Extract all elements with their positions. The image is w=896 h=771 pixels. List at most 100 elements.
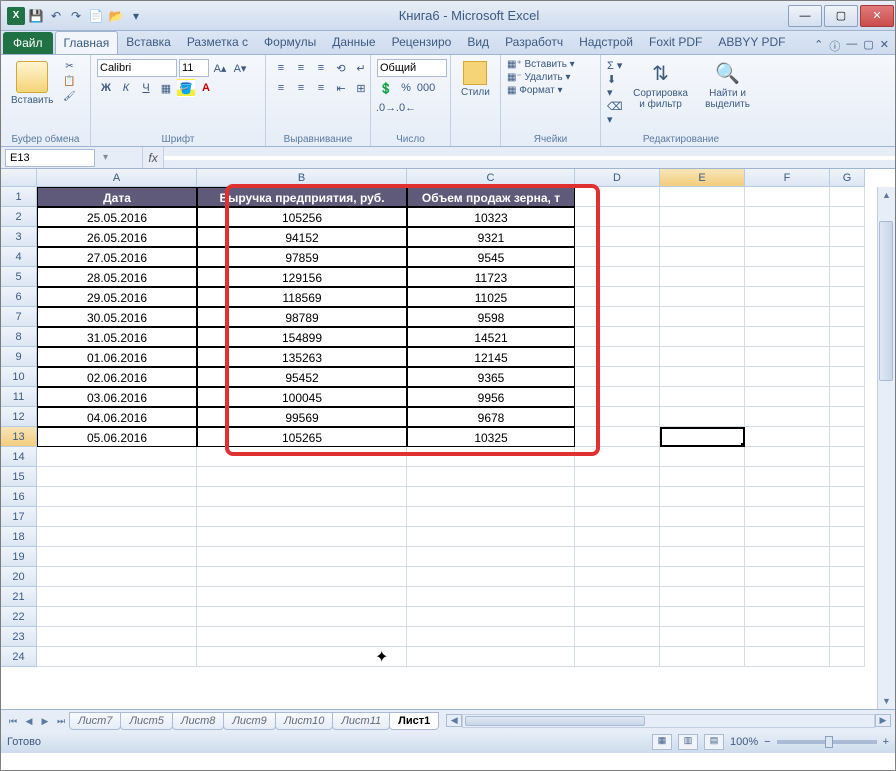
name-box[interactable] bbox=[5, 149, 95, 167]
cell[interactable]: 05.06.2016 bbox=[37, 427, 197, 447]
cell[interactable] bbox=[660, 567, 745, 587]
font-size-select[interactable] bbox=[179, 59, 209, 77]
row-header[interactable]: 10 bbox=[1, 367, 37, 387]
row-header[interactable]: 18 bbox=[1, 527, 37, 547]
clear-icon[interactable]: ⌫ ▾ bbox=[607, 100, 623, 126]
cell[interactable] bbox=[575, 547, 660, 567]
align-bottom-icon[interactable]: ≡ bbox=[312, 59, 330, 77]
cell[interactable] bbox=[745, 467, 830, 487]
paste-button[interactable]: Вставить bbox=[7, 59, 57, 108]
cell[interactable] bbox=[575, 607, 660, 627]
sheet-next-icon[interactable]: ▶ bbox=[37, 713, 53, 729]
comma-icon[interactable]: 000 bbox=[417, 79, 435, 97]
cell[interactable] bbox=[575, 467, 660, 487]
cell[interactable] bbox=[575, 207, 660, 227]
cell[interactable] bbox=[660, 547, 745, 567]
cell[interactable] bbox=[745, 407, 830, 427]
row-header[interactable]: 22 bbox=[1, 607, 37, 627]
cell[interactable] bbox=[197, 547, 407, 567]
cell[interactable] bbox=[575, 647, 660, 667]
cell[interactable]: 02.06.2016 bbox=[37, 367, 197, 387]
styles-button[interactable]: Стили bbox=[457, 59, 494, 100]
cell[interactable]: 100045 bbox=[197, 387, 407, 407]
fill-color-button[interactable]: 🪣 bbox=[177, 79, 195, 97]
row-header[interactable]: 14 bbox=[1, 447, 37, 467]
sheet-tab[interactable]: Лист10 bbox=[275, 712, 334, 730]
cell[interactable] bbox=[37, 447, 197, 467]
cell[interactable] bbox=[830, 587, 865, 607]
cell[interactable] bbox=[830, 187, 865, 207]
cell[interactable] bbox=[37, 547, 197, 567]
cell[interactable]: 9321 bbox=[407, 227, 575, 247]
cell[interactable] bbox=[745, 267, 830, 287]
cell[interactable] bbox=[197, 607, 407, 627]
cell[interactable] bbox=[660, 587, 745, 607]
cell[interactable] bbox=[660, 467, 745, 487]
cell[interactable]: 118569 bbox=[197, 287, 407, 307]
cell[interactable]: 94152 bbox=[197, 227, 407, 247]
ribbon-tab[interactable]: Foxit PDF bbox=[641, 31, 710, 54]
row-header[interactable]: 23 bbox=[1, 627, 37, 647]
cell[interactable] bbox=[197, 447, 407, 467]
cell[interactable] bbox=[575, 587, 660, 607]
cut-icon[interactable]: ✂ bbox=[61, 59, 77, 73]
ribbon-tab[interactable]: Рецензиро bbox=[384, 31, 460, 54]
cell[interactable] bbox=[197, 507, 407, 527]
fill-icon[interactable]: ⬇ ▾ bbox=[607, 73, 623, 99]
cell[interactable] bbox=[37, 647, 197, 667]
ribbon-tab[interactable]: Надстрой bbox=[571, 31, 641, 54]
text-color-button[interactable]: A bbox=[197, 79, 215, 97]
cell[interactable]: 11723 bbox=[407, 267, 575, 287]
qat-dropdown-icon[interactable]: ▾ bbox=[127, 7, 145, 25]
cell[interactable]: 9598 bbox=[407, 307, 575, 327]
ribbon-tab[interactable]: Разметка с bbox=[179, 31, 256, 54]
ribbon-tab[interactable]: ABBYY PDF bbox=[710, 31, 793, 54]
cell[interactable]: 12145 bbox=[407, 347, 575, 367]
new-icon[interactable]: 📄 bbox=[87, 7, 105, 25]
row-header[interactable]: 1 bbox=[1, 187, 37, 207]
column-header[interactable]: G bbox=[830, 169, 865, 187]
align-middle-icon[interactable]: ≡ bbox=[292, 59, 310, 77]
column-header[interactable]: B bbox=[197, 169, 407, 187]
doc-minimize-icon[interactable]: — bbox=[846, 38, 857, 54]
cell[interactable] bbox=[830, 647, 865, 667]
cell[interactable] bbox=[660, 347, 745, 367]
sheet-last-icon[interactable]: ⏭ bbox=[53, 713, 69, 729]
row-header[interactable]: 7 bbox=[1, 307, 37, 327]
view-normal-icon[interactable]: ▦ bbox=[652, 734, 672, 750]
cell[interactable] bbox=[745, 187, 830, 207]
cell[interactable] bbox=[830, 367, 865, 387]
sheet-tab[interactable]: Лист1 bbox=[389, 712, 439, 730]
sheet-tab[interactable]: Лист9 bbox=[223, 712, 275, 730]
row-header[interactable]: 9 bbox=[1, 347, 37, 367]
minimize-ribbon-icon[interactable]: ⌃ bbox=[814, 38, 823, 54]
cell[interactable] bbox=[745, 347, 830, 367]
cell[interactable] bbox=[660, 627, 745, 647]
column-header[interactable]: A bbox=[37, 169, 197, 187]
row-header[interactable]: 5 bbox=[1, 267, 37, 287]
cell[interactable] bbox=[660, 527, 745, 547]
cell[interactable] bbox=[407, 607, 575, 627]
cell[interactable] bbox=[745, 647, 830, 667]
zoom-slider[interactable] bbox=[777, 740, 877, 744]
align-center-icon[interactable]: ≡ bbox=[292, 79, 310, 97]
cell[interactable] bbox=[197, 647, 407, 667]
name-box-dropdown-icon[interactable]: ▾ bbox=[99, 152, 112, 163]
cell[interactable]: 30.05.2016 bbox=[37, 307, 197, 327]
cell[interactable]: 9545 bbox=[407, 247, 575, 267]
cell[interactable] bbox=[575, 327, 660, 347]
cell[interactable] bbox=[830, 287, 865, 307]
cell[interactable] bbox=[575, 247, 660, 267]
cell[interactable]: 14521 bbox=[407, 327, 575, 347]
view-pagebreak-icon[interactable]: ▤ bbox=[704, 734, 724, 750]
cell[interactable] bbox=[745, 447, 830, 467]
tab-file[interactable]: Файл bbox=[3, 32, 53, 54]
save-icon[interactable]: 💾 bbox=[27, 7, 45, 25]
cell[interactable]: 01.06.2016 bbox=[37, 347, 197, 367]
cell[interactable]: 31.05.2016 bbox=[37, 327, 197, 347]
sheet-tab[interactable]: Лист8 bbox=[172, 712, 224, 730]
decimal-decrease-icon[interactable]: .0← bbox=[397, 99, 415, 117]
scroll-up-icon[interactable]: ▲ bbox=[878, 187, 895, 203]
cell[interactable] bbox=[745, 607, 830, 627]
cell[interactable] bbox=[830, 427, 865, 447]
